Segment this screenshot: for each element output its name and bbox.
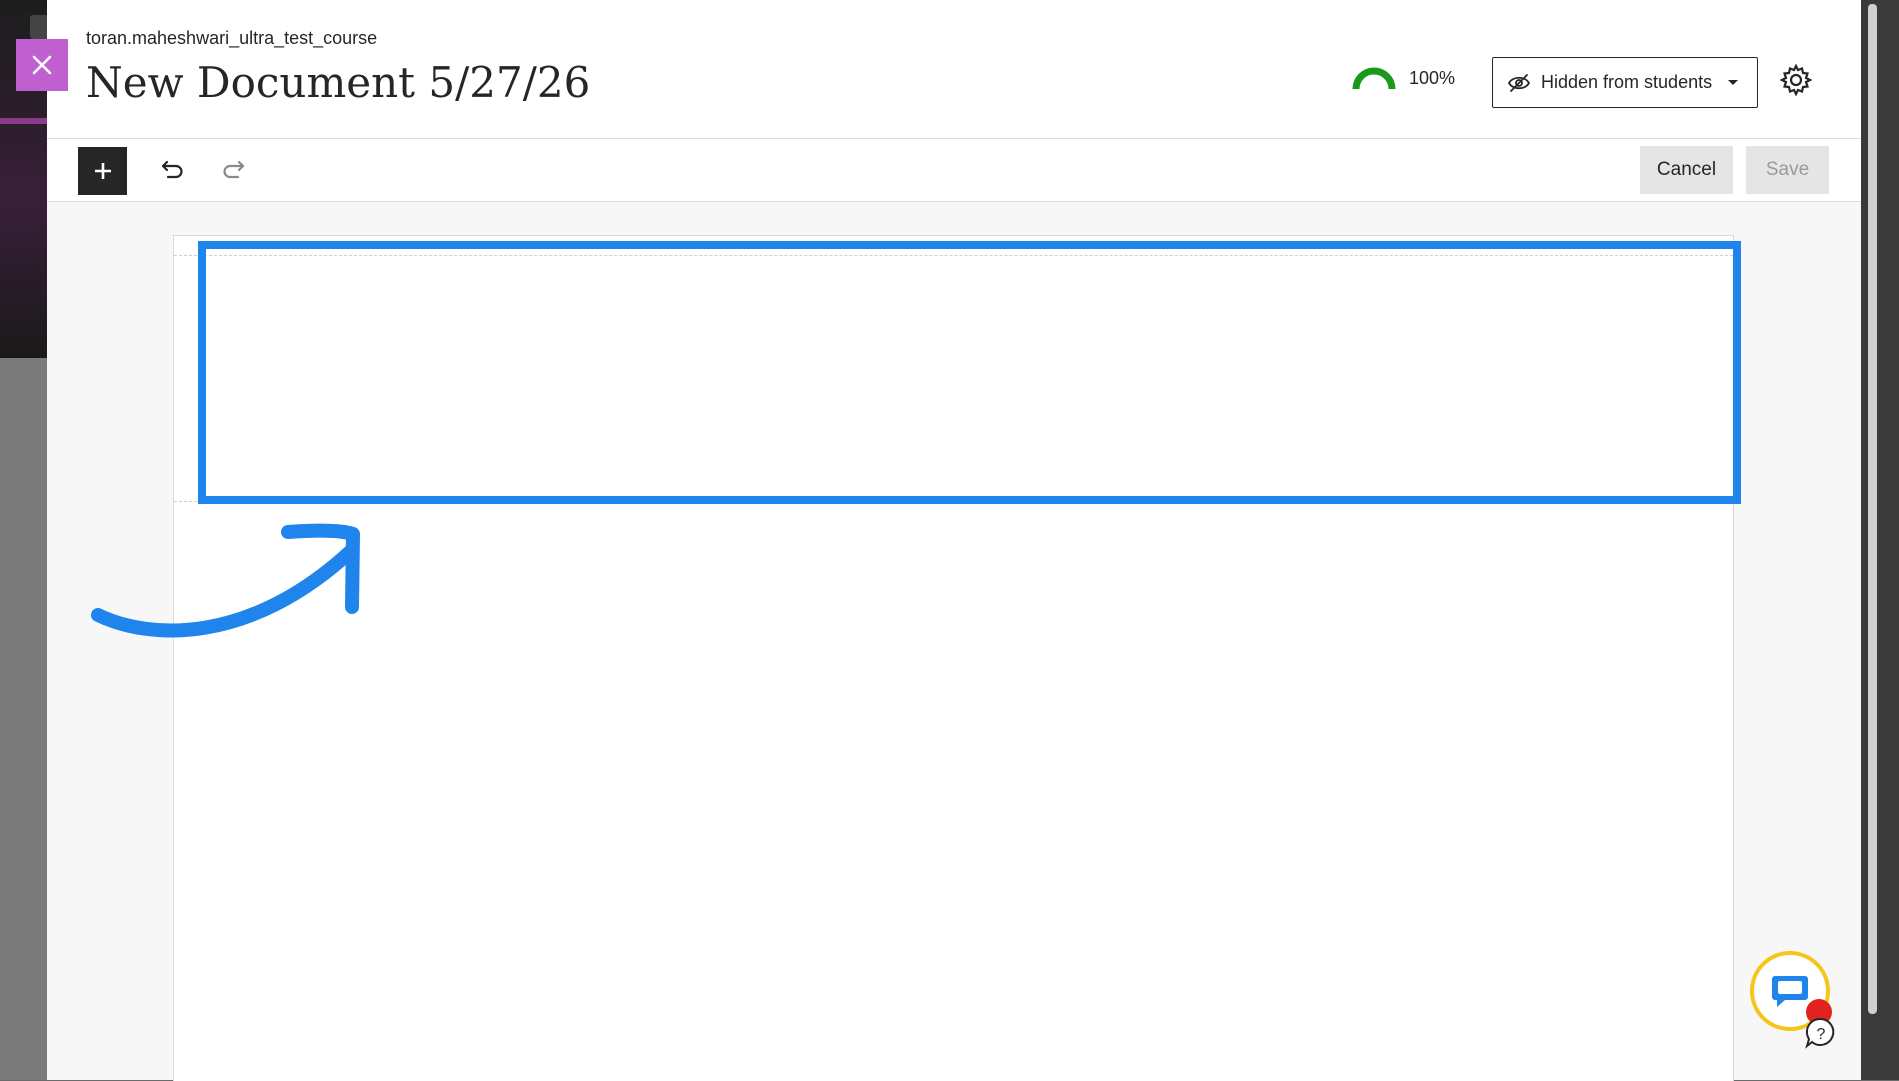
plus-icon [94, 163, 111, 179]
progress-text: 100% [1409, 67, 1456, 88]
settings-button[interactable] [1779, 63, 1813, 102]
progress-arc-icon [1352, 67, 1396, 90]
editor-toolbar: Cancel Save [47, 139, 1861, 202]
arrow-annotation [91, 523, 360, 638]
help-icon[interactable]: ? [1804, 1016, 1838, 1050]
svg-text:?: ? [1817, 1026, 1826, 1043]
undo-button[interactable] [160, 157, 186, 186]
scrollbar[interactable] [1861, 0, 1899, 1080]
visibility-dropdown[interactable]: Hidden from students [1492, 57, 1758, 108]
save-button[interactable]: Save [1746, 146, 1829, 194]
redo-icon [223, 160, 245, 179]
close-button[interactable] [16, 39, 68, 91]
gear-icon [1779, 63, 1813, 97]
close-icon [32, 55, 52, 75]
course-name: toran.maheshwari_ultra_test_course [86, 28, 378, 48]
scrollbar-thumb[interactable] [1868, 4, 1877, 1014]
undo-icon [161, 160, 183, 179]
panel-header: toran.maheshwari_ultra_test_course New D… [47, 0, 1861, 139]
background-band [0, 118, 47, 124]
cancel-button[interactable]: Cancel [1640, 146, 1733, 194]
progress-indicator: 100% [1351, 65, 1455, 91]
background-page [0, 0, 52, 1080]
redo-button[interactable] [220, 157, 246, 186]
add-content-button[interactable] [78, 147, 127, 195]
chat-icon [1772, 976, 1808, 1007]
page-title[interactable]: New Document 5/27/26 [86, 58, 590, 107]
eye-slash-icon [1507, 73, 1531, 92]
content-block-highlight[interactable] [198, 241, 1741, 504]
chevron-down-icon [1728, 80, 1739, 85]
visibility-label: Hidden from students [1541, 72, 1713, 92]
